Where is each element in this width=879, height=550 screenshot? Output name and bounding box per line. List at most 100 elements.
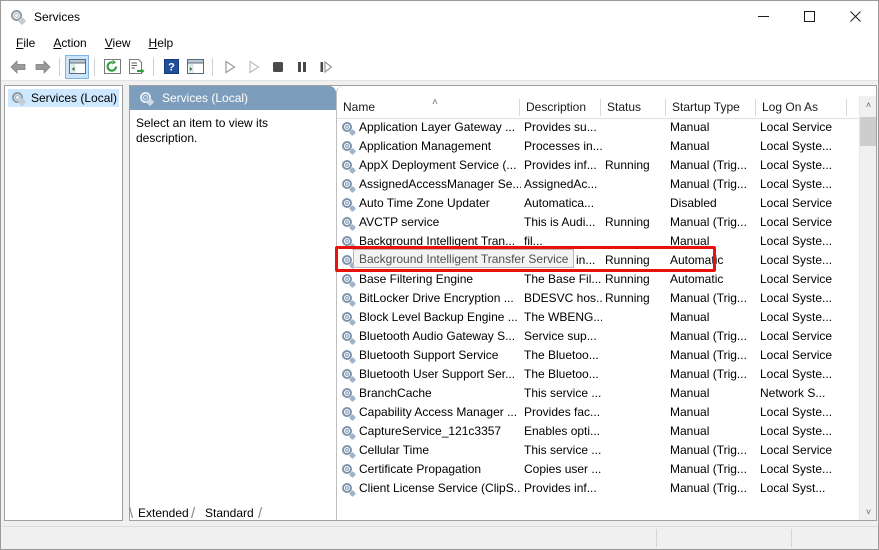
services-rows: Application Layer Gateway ... Provides su… <box>337 118 876 520</box>
cell-description: Provides fac... <box>524 405 601 419</box>
table-row[interactable]: Application Layer Gateway ... Provides su… <box>337 118 876 137</box>
cell-status <box>605 384 667 403</box>
toolbar-separator <box>212 57 213 76</box>
table-row[interactable]: AppX Deployment Service (... Provides inf… <box>337 156 876 175</box>
services-gear-icon <box>139 91 155 107</box>
table-row[interactable]: Auto Time Zone Updater Automatica... Disab… <box>337 194 876 213</box>
start-service-icon[interactable] <box>218 55 242 79</box>
cell-service-name: Block Level Backup Engine ... <box>341 308 521 327</box>
cell-description: Enables opti... <box>524 424 601 438</box>
cell-service-name: Application Management <box>341 137 521 156</box>
service-name-label: Capability Access Manager ... <box>359 405 518 419</box>
column-divider[interactable] <box>846 99 847 116</box>
table-row[interactable]: Bluetooth Audio Gateway S... Service sup.… <box>337 327 876 346</box>
cell-startup-type: Manual (Trig... <box>670 215 747 229</box>
service-gear-icon <box>341 140 357 155</box>
cell-service-name: BranchCache <box>341 384 521 403</box>
cell-service-name: Cellular Time <box>341 441 521 460</box>
list-vertical-scrollbar[interactable]: ˄ ˅ <box>859 96 876 520</box>
column-header-status[interactable]: Status <box>601 96 665 118</box>
toolbar-separator <box>94 57 95 76</box>
cell-log-on-as: Local Service <box>760 272 833 286</box>
cell-status <box>605 365 667 384</box>
cell-log-on-as: Local Service <box>760 329 833 343</box>
table-row[interactable]: AVCTP service This is Audi... Running Manua… <box>337 213 876 232</box>
service-name-label: Auto Time Zone Updater <box>359 196 490 210</box>
cell-log-on-as: Local Service <box>760 215 833 229</box>
table-row[interactable]: BitLocker Drive Encryption ... BDESVC hos… <box>337 289 876 308</box>
cell-startup-type: Manual <box>670 386 710 400</box>
table-row[interactable]: BranchCache This service ... Manual Network… <box>337 384 876 403</box>
table-row[interactable]: Bluetooth User Support Ser... The Bluetoo… <box>337 365 876 384</box>
maximize-button[interactable] <box>786 1 832 32</box>
cell-status: Running <box>605 272 650 286</box>
cell-description: AssignedAc... <box>524 177 598 191</box>
cell-status: Running <box>605 158 650 172</box>
stop-service-icon[interactable] <box>266 55 290 79</box>
column-header-startup-type[interactable]: Startup Type <box>666 96 755 118</box>
export-list-icon[interactable] <box>124 55 148 79</box>
service-gear-icon <box>341 406 357 421</box>
cell-service-name: AppX Deployment Service (... <box>341 156 521 175</box>
forward-icon[interactable] <box>30 55 54 79</box>
table-row[interactable]: Block Level Backup Engine ... The WBENG..… <box>337 308 876 327</box>
cell-startup-type: Manual (Trig... <box>670 348 747 362</box>
table-row[interactable]: Cellular Time This service ... Manual (Tri… <box>337 441 876 460</box>
table-row[interactable]: Base Filtering Engine The Base Fil... Runn… <box>337 270 876 289</box>
pause-service-icon[interactable] <box>290 55 314 79</box>
cell-startup-type: Disabled <box>670 196 717 210</box>
cell-startup-type: Manual (Trig... <box>670 462 747 476</box>
cell-log-on-as: Local Syste... <box>760 405 833 419</box>
pane-header: Services (Local) <box>130 86 336 110</box>
table-row[interactable]: Certificate Propagation Copies user ... Ma… <box>337 460 876 479</box>
scroll-up-icon[interactable]: ˄ <box>860 96 876 113</box>
table-row[interactable]: Capability Access Manager ... Provides fa… <box>337 403 876 422</box>
restart-service-icon[interactable] <box>314 55 338 79</box>
cell-log-on-as: Local Service <box>760 348 833 362</box>
column-header-name[interactable]: Name <box>337 96 519 118</box>
service-name-label: Base Filtering Engine <box>359 272 474 286</box>
show-hide-console-tree-icon[interactable] <box>65 54 89 79</box>
menu-view[interactable]: View <box>96 34 140 52</box>
column-header-description[interactable]: Description <box>520 96 600 118</box>
tree-node-services-local[interactable]: Services (Local) <box>8 89 119 107</box>
service-gear-icon <box>341 178 357 193</box>
service-gear-icon <box>341 368 357 383</box>
service-gear-icon <box>341 216 357 231</box>
table-row[interactable]: Bluetooth Support Service The Bluetoo... M… <box>337 346 876 365</box>
service-name-label: Application Management <box>359 139 492 153</box>
cell-status: Running <box>605 291 650 305</box>
cell-status <box>605 327 667 346</box>
service-name-tooltip: Background Intelligent Transfer Service <box>353 249 575 268</box>
cell-description: BDESVC hos... <box>524 291 602 305</box>
service-name-label: BitLocker Drive Encryption ... <box>359 291 514 305</box>
cell-startup-type: Manual (Trig... <box>670 443 747 457</box>
resume-service-icon[interactable] <box>242 55 266 79</box>
refresh-icon[interactable] <box>100 55 124 79</box>
minimize-button[interactable] <box>740 1 786 32</box>
menu-action[interactable]: Action <box>44 34 95 52</box>
menu-help[interactable]: Help <box>140 34 183 52</box>
scrollbar-thumb[interactable] <box>860 117 876 146</box>
back-icon[interactable] <box>6 55 30 79</box>
cell-log-on-as: Local Syste... <box>760 424 833 438</box>
menu-file[interactable]: File <box>7 34 44 52</box>
cell-description: The Bluetoo... <box>524 367 599 381</box>
table-row[interactable]: Client License Service (ClipS... Provides… <box>337 479 876 498</box>
show-hide-action-pane-icon[interactable] <box>183 55 207 79</box>
table-row[interactable]: AssignedAccessManager Se... AssignedAc...… <box>337 175 876 194</box>
sort-ascending-icon: ˄ <box>432 97 438 108</box>
close-button[interactable] <box>832 1 878 32</box>
table-row[interactable]: Application Management Processes in... Man… <box>337 137 876 156</box>
cell-status <box>605 118 667 137</box>
cell-startup-type: Manual <box>670 120 710 134</box>
cell-description: This service ... <box>524 443 602 457</box>
help-icon[interactable]: ? <box>159 55 183 79</box>
column-header-log-on-as[interactable]: Log On As <box>756 96 846 118</box>
table-row[interactable]: CaptureService_121c3357 Enables opti... Ma… <box>337 422 876 441</box>
results-pane: Services (Local) Select an item to view … <box>129 85 877 521</box>
cell-service-name: AssignedAccessManager Se... <box>341 175 521 194</box>
service-name-label: Cellular Time <box>359 443 430 457</box>
svg-text:?: ? <box>168 62 175 74</box>
service-gear-icon <box>341 425 357 440</box>
